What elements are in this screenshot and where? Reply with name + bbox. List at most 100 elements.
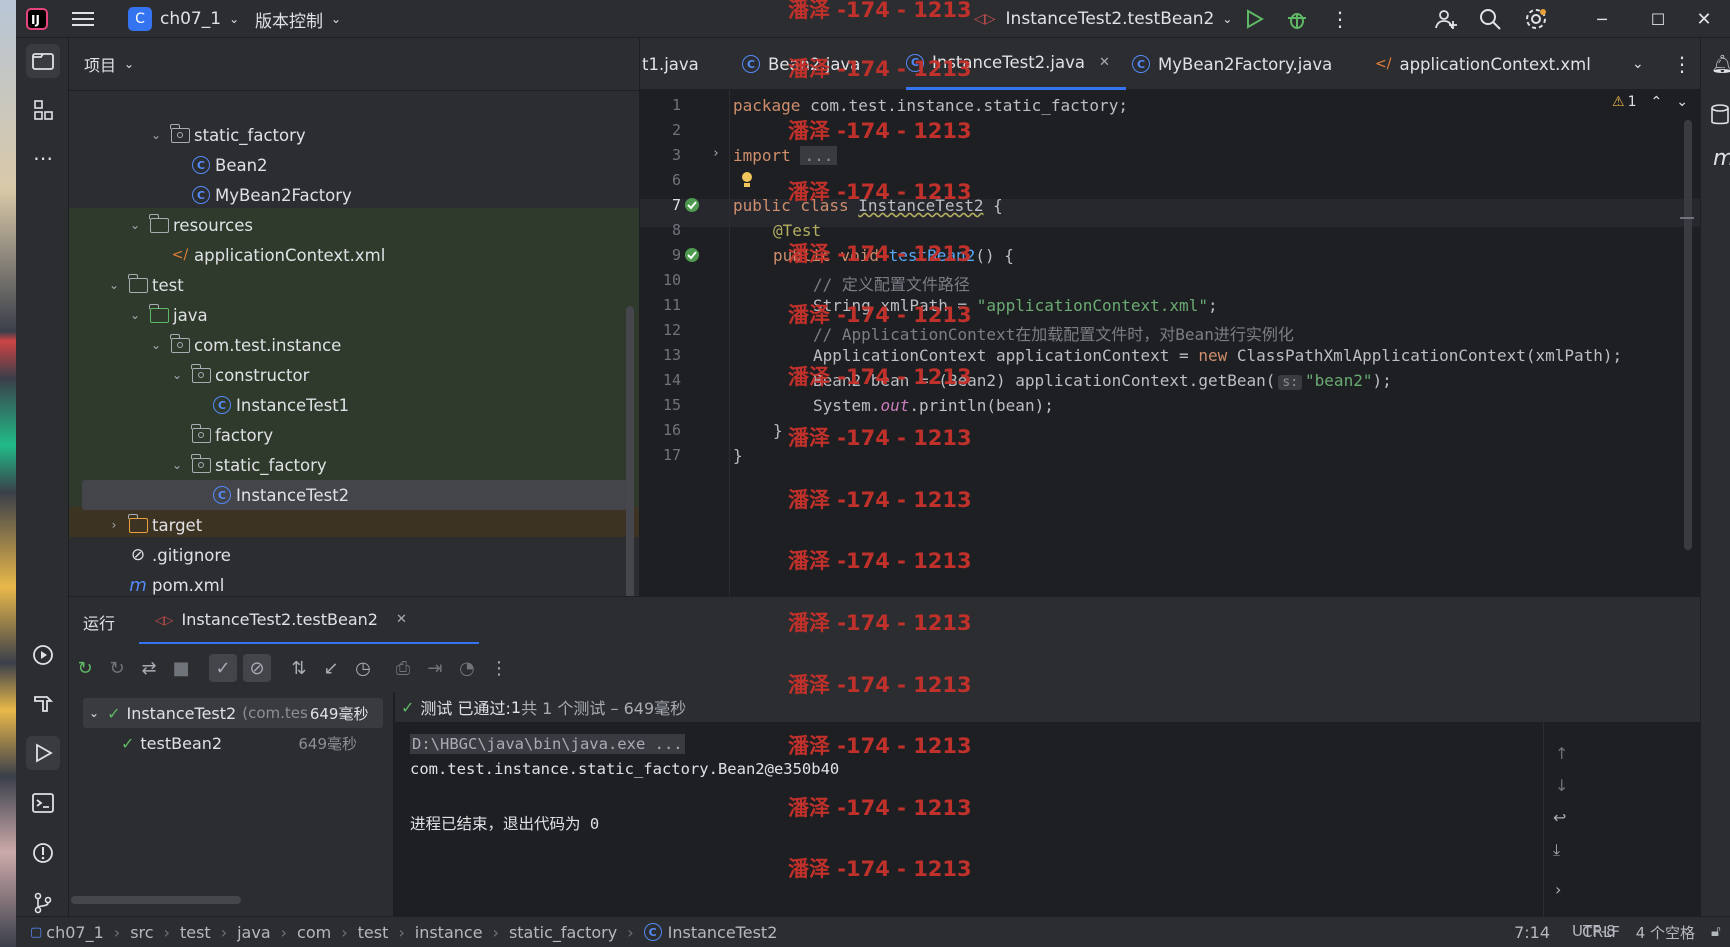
console-line[interactable]: D:\HBGC\java\bin\java.exe ... <box>410 734 685 754</box>
scroll-up-icon[interactable]: ↑ <box>1555 744 1568 763</box>
chevron-down-icon[interactable]: ⌄ <box>127 308 143 322</box>
tab-list-chevron-icon[interactable]: ⌄ <box>1632 38 1644 90</box>
tree-item-instancetest2[interactable]: C InstanceTest2 <box>82 480 627 510</box>
chevron-down-icon[interactable]: ⌄ <box>127 218 143 232</box>
breadcrumb-item[interactable]: com <box>297 923 331 942</box>
code-editor[interactable]: 1 2 3 6 7 8 9 10 11 12 13 14 15 16 17 › … <box>640 90 1700 596</box>
close-tab-icon[interactable]: ✕ <box>396 612 407 627</box>
git-tool-icon[interactable] <box>26 886 60 920</box>
build-tool-icon[interactable] <box>26 686 60 720</box>
toggle-auto-test-icon[interactable]: ⇄ <box>137 656 161 680</box>
tree-item-static-factory[interactable]: ⌄ static_factory <box>69 120 639 150</box>
scroll-down-icon[interactable]: ↓ <box>1555 776 1568 795</box>
close-icon[interactable]: ✕ <box>1676 0 1730 38</box>
chevron-down-icon[interactable]: ⌄ <box>1676 94 1688 110</box>
history-icon[interactable]: ◷ <box>351 656 375 680</box>
chevron-right-icon[interactable]: › <box>1555 880 1561 899</box>
add-user-icon[interactable] <box>1434 0 1458 38</box>
tree-item-resources[interactable]: ⌄ resources <box>69 210 639 240</box>
terminal-tool-icon[interactable] <box>26 786 60 820</box>
show-ignored-icon[interactable]: ⊘ <box>243 654 271 682</box>
rerun-icon[interactable]: ↻ <box>73 656 97 680</box>
breadcrumb-item[interactable]: test <box>180 923 211 942</box>
lock-icon[interactable]: 🔓︎ <box>1711 922 1721 943</box>
tree-item-bean2[interactable]: C Bean2 <box>69 150 639 180</box>
tree-item-applicationcontext-xml[interactable]: </ applicationContext.xml <box>69 240 639 270</box>
breadcrumb-item[interactable]: src <box>130 923 153 942</box>
code-line-1: package com.test.instance.static_factory… <box>733 96 1128 115</box>
breadcrumb-item[interactable]: InstanceTest2 <box>668 923 778 942</box>
tree-item-constructor[interactable]: ⌄ constructor <box>69 360 639 390</box>
debug-icon[interactable] <box>1286 0 1308 38</box>
main-menu-icon[interactable] <box>72 0 94 38</box>
more-actions-icon[interactable]: ⋮ <box>1330 0 1350 38</box>
tree-item-java[interactable]: ⌄ java <box>69 300 639 330</box>
run-icon[interactable] <box>1244 0 1264 38</box>
chevron-down-icon[interactable]: ⌄ <box>106 278 122 292</box>
tree-h-scrollbar[interactable] <box>71 896 241 904</box>
close-tab-icon[interactable]: ✕ <box>1099 55 1110 70</box>
run-test-gutter-icon[interactable] <box>684 197 700 217</box>
chevron-down-icon[interactable]: ⌄ <box>148 128 164 142</box>
app-logo-icon[interactable]: IJ <box>26 0 48 38</box>
chevron-right-icon[interactable]: › <box>106 518 122 532</box>
more-tools-icon[interactable]: ⋯ <box>26 141 60 175</box>
soft-wrap-icon[interactable]: ↩ <box>1553 808 1566 827</box>
tab-t1-java[interactable]: t1.java <box>642 38 699 90</box>
problems-tool-icon[interactable] <box>26 836 60 870</box>
caret-position[interactable]: 7:14 <box>1514 923 1550 942</box>
stop-icon[interactable]: ■ <box>169 656 193 680</box>
chevron-down-icon[interactable]: ⌄ <box>169 458 185 472</box>
vcs-menu[interactable]: 版本控制 ⌄ <box>255 0 341 38</box>
editor-scrollbar[interactable] <box>1684 120 1692 550</box>
class-icon: C <box>742 55 760 73</box>
tree-item-factory[interactable]: factory <box>69 420 639 450</box>
tree-item--gitignore[interactable]: ⊘ .gitignore <box>69 540 639 570</box>
structure-tool-icon[interactable] <box>26 93 60 127</box>
tab-applicationcontext-xml[interactable]: </ applicationContext.xml <box>1375 38 1591 90</box>
run-tab[interactable]: ◁▷ InstanceTest2.testBean2 ✕ <box>139 597 479 645</box>
database-icon[interactable] <box>1711 104 1729 130</box>
breadcrumb-item[interactable]: instance <box>415 923 483 942</box>
tree-item-test[interactable]: ⌄ test <box>69 270 639 300</box>
project-tool-icon[interactable] <box>26 44 60 78</box>
sort-icon[interactable]: ⇅ <box>287 656 311 680</box>
fold-expand-icon[interactable]: › <box>712 146 720 161</box>
tree-item-mybean2factory[interactable]: C MyBean2Factory <box>69 180 639 210</box>
tree-item-com-test-instance[interactable]: ⌄ com.test.instance <box>69 330 639 360</box>
run-tool-icon[interactable] <box>26 736 60 770</box>
breadcrumb-item[interactable]: test <box>358 923 389 942</box>
rerun-failed-icon[interactable]: ↻ <box>105 656 129 680</box>
tree-item-instancetest1[interactable]: C InstanceTest1 <box>69 390 639 420</box>
intention-bulb-icon[interactable] <box>740 171 754 193</box>
test-suite-row[interactable]: ⌄ ✓ InstanceTest2 (com.tes 649毫秒 <box>83 698 383 728</box>
indent-setting[interactable]: 4 个空格 <box>1636 922 1695 943</box>
maven-tool-icon[interactable]: m <box>1713 146 1730 171</box>
breadcrumb-item[interactable]: java <box>237 923 271 942</box>
tree-item-target[interactable]: › target <box>69 510 639 540</box>
inspection-widget[interactable]: ⚠ 1 ⌃ ⌄ <box>1612 94 1688 110</box>
settings-gear-icon[interactable] <box>1524 0 1548 38</box>
project-scrollbar[interactable] <box>626 306 634 616</box>
chevron-up-icon[interactable]: ⌃ <box>1650 94 1662 110</box>
minimize-icon[interactable]: ─ <box>1574 0 1630 38</box>
tab-mybean2factory-java[interactable]: C MyBean2Factory.java <box>1132 38 1332 90</box>
project-switcher[interactable]: C ch07_1 ⌄ <box>128 0 239 38</box>
import-tests-icon[interactable]: ↙ <box>319 656 343 680</box>
chevron-down-icon[interactable]: ⌄ <box>148 338 164 352</box>
folder-icon <box>127 513 148 535</box>
show-passed-icon[interactable]: ✓ <box>209 654 237 682</box>
tree-item-static-factory[interactable]: ⌄ static_factory <box>69 450 639 480</box>
file-encoding[interactable]: UTF-8 <box>1572 922 1616 943</box>
breadcrumb-item[interactable]: static_factory <box>509 923 617 942</box>
run-test-gutter-icon[interactable] <box>684 247 700 267</box>
run-config-selector[interactable]: ◁▷ InstanceTest2.testBean2 ⌄ <box>974 0 1232 38</box>
tab-more-icon[interactable]: ⋮ <box>1672 38 1692 90</box>
scroll-to-end-icon[interactable]: ⤓ <box>1553 840 1560 860</box>
test-case-row[interactable]: ✓ testBean2 649毫秒 <box>83 728 383 758</box>
search-icon[interactable] <box>1479 0 1501 38</box>
chevron-down-icon[interactable]: ⌄ <box>169 368 185 382</box>
services-tool-icon[interactable] <box>26 638 60 672</box>
notifications-icon[interactable]: 🔔︎ <box>1711 54 1730 75</box>
breadcrumb-item[interactable]: ch07_1 <box>46 923 103 942</box>
